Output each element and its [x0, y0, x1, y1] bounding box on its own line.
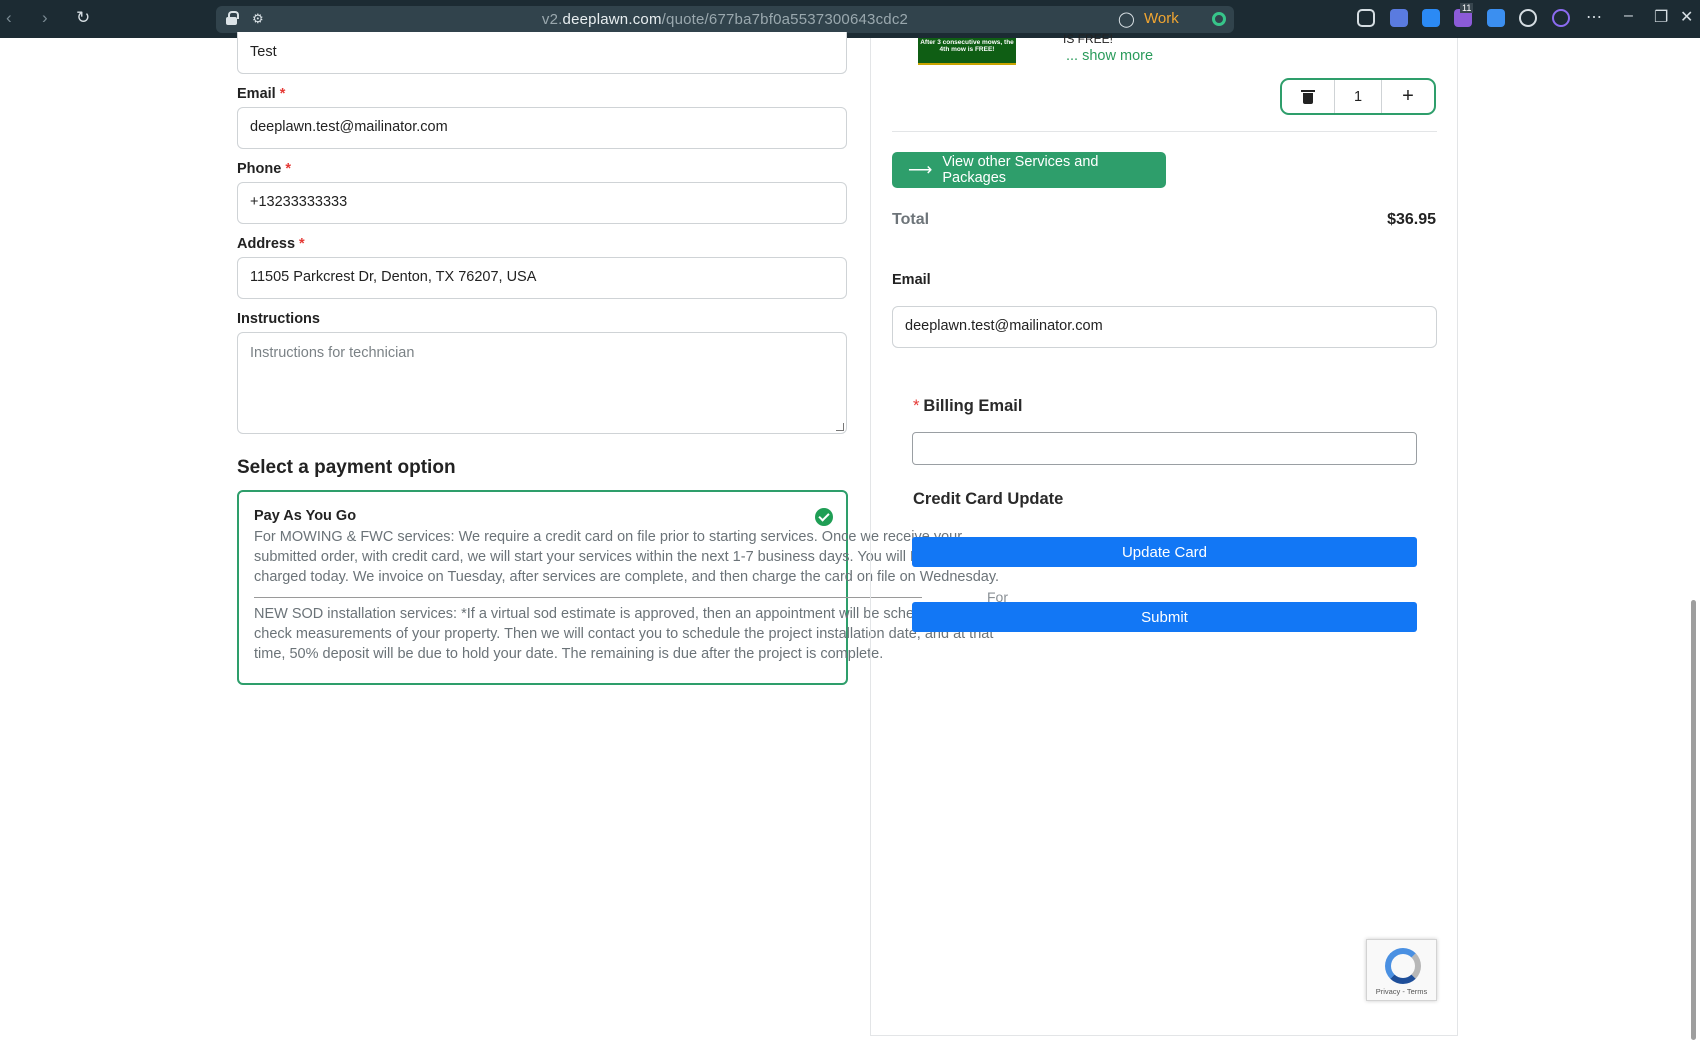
recaptcha-badge[interactable]: Privacy - Terms — [1366, 939, 1437, 1001]
summary-email-label: Email — [892, 272, 931, 288]
quantity-stepper: 1 + — [1280, 78, 1436, 115]
extensions-icon[interactable] — [1357, 9, 1375, 27]
globe-icon[interactable] — [1519, 9, 1537, 27]
service-thumbnail: After 3 consecutive mows, the 4th mow is… — [918, 38, 1016, 65]
summary-divider — [892, 131, 1437, 132]
view-other-services-button[interactable]: ⟶ View other Services and Packages — [892, 152, 1166, 188]
trash-icon — [1301, 89, 1315, 104]
address-bar[interactable]: ⚙ v2.deeplawn.com/quote/677ba7bf0a553730… — [216, 6, 1234, 33]
selected-check-icon — [815, 508, 833, 526]
summary-email-field[interactable]: deeplawn.test@mailinator.com — [892, 306, 1437, 348]
credit-card-update-title: Credit Card Update — [913, 490, 1064, 508]
update-card-button[interactable]: Update Card — [912, 537, 1417, 567]
container-label[interactable]: Work — [1144, 10, 1179, 27]
url-text[interactable]: v2.deeplawn.com/quote/677ba7bf0a55373006… — [216, 11, 1234, 28]
extension-icon-1[interactable] — [1390, 9, 1408, 27]
email-label: Email * — [237, 86, 286, 102]
description-divider — [254, 597, 922, 598]
container-status-icon[interactable] — [1212, 12, 1226, 26]
show-more-link[interactable]: ... show more — [1066, 48, 1153, 64]
extension-icon-2[interactable] — [1422, 9, 1440, 27]
extension-badge: 11 — [1460, 3, 1474, 13]
instructions-placeholder: Instructions for technician — [250, 345, 415, 361]
address-label: Address * — [237, 236, 305, 252]
payment-option-title: Pay As You Go — [254, 508, 357, 524]
billing-email-label: * Billing Email — [913, 397, 1023, 415]
resize-handle-icon[interactable] — [836, 423, 844, 431]
extension-icon-4[interactable] — [1487, 9, 1505, 27]
instructions-label: Instructions — [237, 311, 320, 327]
view-other-services-label: View other Services and Packages — [942, 154, 1099, 186]
plus-icon: + — [1402, 85, 1414, 107]
phone-label: Phone * — [237, 161, 291, 177]
back-icon[interactable]: ‹ — [6, 8, 12, 28]
service-description-snippet: IS FREE! — [1063, 32, 1114, 46]
reload-icon[interactable]: ↻ — [76, 8, 90, 28]
forward-icon[interactable]: › — [42, 8, 48, 28]
instructions-textarea[interactable]: Instructions for technician — [237, 332, 847, 434]
quantity-value[interactable]: 1 — [1334, 80, 1382, 113]
total-label: Total — [892, 211, 930, 228]
scrollbar-thumb[interactable] — [1691, 600, 1696, 1040]
recaptcha-links[interactable]: Privacy - Terms — [1367, 987, 1436, 996]
minimize-icon[interactable]: – — [1624, 7, 1633, 25]
arrow-right-icon: ⟶ — [908, 160, 933, 179]
email-field[interactable]: deeplawn.test@mailinator.com — [237, 107, 847, 149]
remove-item-button[interactable] — [1282, 80, 1334, 113]
tracking-shield-icon[interactable]: ◯ — [1118, 10, 1135, 28]
address-field[interactable]: 11505 Parkcrest Dr, Denton, TX 76207, US… — [237, 257, 847, 299]
total-value: $36.95 — [1387, 211, 1436, 228]
billing-email-input[interactable] — [912, 432, 1417, 465]
name-field[interactable]: Test — [237, 32, 847, 74]
menu-icon[interactable]: ⋯ — [1586, 7, 1602, 27]
submit-button[interactable]: Submit — [912, 602, 1417, 632]
restore-icon[interactable]: ❐ — [1654, 7, 1668, 27]
close-icon[interactable]: ✕ — [1680, 7, 1693, 27]
increment-button[interactable]: + — [1382, 80, 1434, 113]
payment-section-title: Select a payment option — [237, 457, 456, 478]
recaptcha-icon — [1385, 948, 1421, 984]
extension-icon-5[interactable] — [1552, 9, 1570, 27]
phone-field[interactable]: +13233333333 — [237, 182, 847, 224]
